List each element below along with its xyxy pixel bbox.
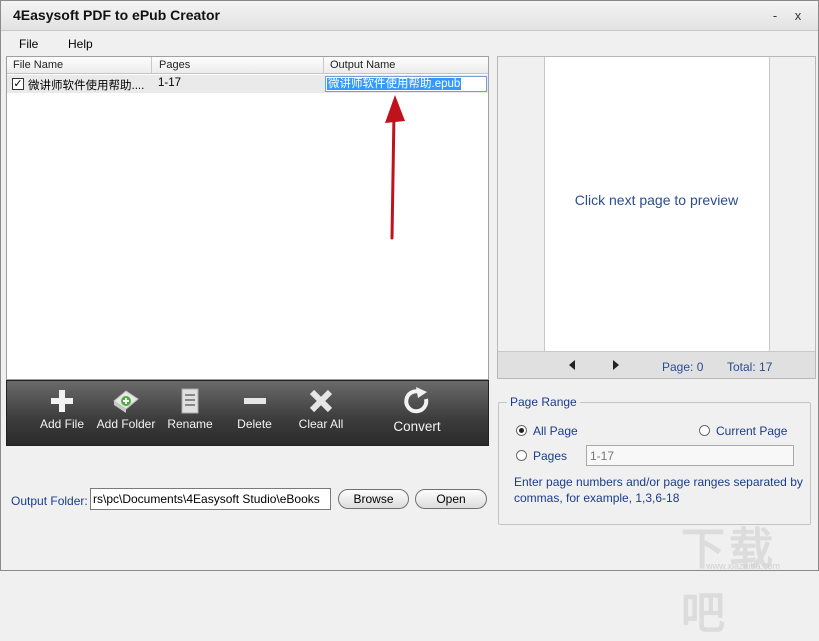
preview-panel: Click next page to preview Page: 0 Total… [497,56,816,379]
window-title: 4Easysoft PDF to ePub Creator [13,7,220,23]
all-page-radio[interactable] [516,425,527,436]
watermark-url: www.xiazaiba.com [706,561,781,571]
add-folder-icon [113,390,139,413]
row-pages: 1-17 [158,77,182,89]
delete-button[interactable]: Delete [232,387,277,443]
x-icon [309,389,333,413]
title-bar: 4Easysoft PDF to ePub Creator - x [1,1,818,31]
table-row[interactable]: ✓ 微讲师软件使用帮助.... 1-17 微讲师软件使用帮助.epub [7,75,488,93]
row-file-name: 微讲师软件使用帮助.... [28,80,145,92]
column-output-name[interactable]: Output Name [330,59,395,71]
column-divider[interactable] [151,57,152,74]
previous-page-icon[interactable] [569,360,575,370]
list-header: File Name Pages Output Name [7,57,488,74]
clear-all-label: Clear All [298,417,344,431]
preview-area: Click next page to preview [498,57,815,351]
preview-navigation: Page: 0 Total: 17 [498,351,815,378]
add-file-label: Add File [39,417,85,431]
action-toolbar: Add File Add Folder Rename Delete Clear … [6,380,489,446]
file-list[interactable]: File Name Pages Output Name ✓ 微讲师软件使用帮助.… [6,56,489,380]
convert-label: Convert [393,419,441,434]
output-folder-label: Output Folder: [11,494,88,508]
add-folder-label: Add Folder [96,417,156,431]
total-indicator: Total: 17 [727,360,773,374]
preview-message: Click next page to preview [574,192,739,208]
pages-radio[interactable] [516,450,527,461]
pages-input[interactable]: 1-17 [586,445,794,466]
rename-button[interactable]: Rename [165,387,215,443]
menu-help[interactable]: Help [68,37,93,51]
rename-label: Rename [167,417,213,431]
watermark-logo: 下载吧 [681,525,777,638]
plus-icon [51,390,73,412]
clear-all-button[interactable]: Clear All [296,387,346,443]
app-window: 4Easysoft PDF to ePub Creator - x File H… [0,0,819,638]
page-indicator: Page: 0 [662,360,704,374]
open-button[interactable]: Open [415,489,487,509]
output-folder-field[interactable]: rs\pc\Documents\4Easysoft Studio\eBooks [90,488,331,510]
add-file-button[interactable]: Add File [37,387,87,443]
delete-label: Delete [237,417,272,431]
row-checkbox[interactable]: ✓ [12,78,24,90]
pages-label[interactable]: Pages [533,449,567,463]
menu-bar: File Help [1,32,818,56]
all-page-label[interactable]: All Page [533,424,578,438]
refresh-icon [404,387,429,414]
document-icon [181,388,199,414]
current-page-label[interactable]: Current Page [716,424,787,438]
next-page-icon[interactable] [613,360,619,370]
column-file-name[interactable]: File Name [13,59,63,71]
add-folder-button[interactable]: Add Folder [96,387,156,443]
convert-button[interactable]: Convert [390,387,444,443]
column-divider[interactable] [323,57,324,74]
minimize-button[interactable]: - [766,7,784,25]
output-name-selected-text[interactable]: 微讲师软件使用帮助.epub [327,78,462,90]
browse-button[interactable]: Browse [338,489,409,509]
page-range-legend: Page Range [507,395,580,409]
close-button[interactable]: x [789,7,807,25]
page-range-hint: Enter page numbers and/or page ranges se… [514,475,803,505]
column-pages[interactable]: Pages [159,59,190,71]
current-page-radio[interactable] [699,425,710,436]
annotation-arrow [385,95,405,240]
minus-icon [243,398,266,404]
menu-file[interactable]: File [19,37,38,51]
output-name-editor[interactable]: 微讲师软件使用帮助.epub [325,76,487,92]
